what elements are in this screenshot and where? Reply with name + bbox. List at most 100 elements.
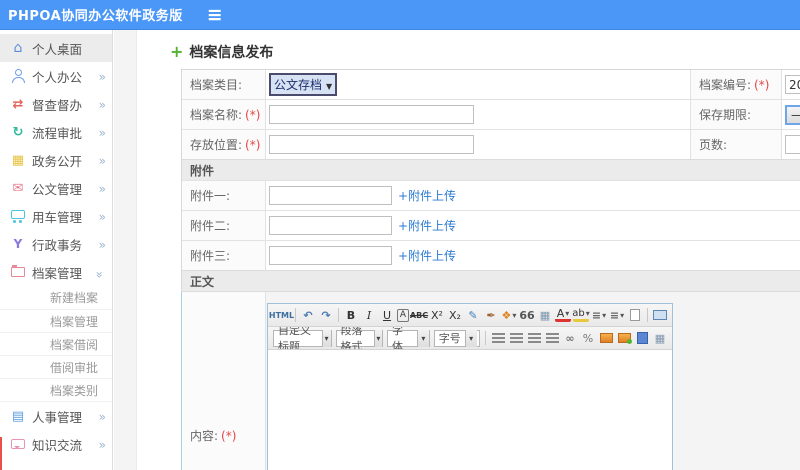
plus-icon: +: [170, 42, 184, 61]
blockquote-icon[interactable]: 66: [519, 306, 535, 324]
sidebar-item-personal-desktop[interactable]: 个人桌面: [0, 34, 112, 62]
toolbar-separator: [485, 331, 486, 345]
bold-icon[interactable]: B: [343, 306, 359, 324]
align-right-icon[interactable]: [526, 329, 542, 347]
page-header: + 档案信息发布: [170, 42, 273, 62]
upload-image-icon[interactable]: [616, 329, 632, 347]
highlight-color-icon[interactable]: ab: [572, 308, 589, 322]
redo-icon[interactable]: ↷: [318, 306, 334, 324]
font-box-icon[interactable]: A: [397, 308, 409, 322]
page-count-input[interactable]: [785, 135, 800, 154]
attachment1-input[interactable]: [269, 186, 392, 205]
dropdown-arrow-icon: [321, 329, 331, 347]
submenu-item-archive-borrow[interactable]: 档案借阅: [0, 332, 112, 355]
archive-form: 档案类目: 公文存档 档案编号:(*) 档案名称:(*): [181, 69, 800, 470]
align-justify-icon[interactable]: [544, 329, 560, 347]
unlink-icon[interactable]: %: [580, 329, 596, 347]
toolbar-separator: [647, 308, 648, 322]
subscript-icon[interactable]: X₂: [447, 306, 463, 324]
attachment1-upload-link[interactable]: +附件上传: [398, 187, 456, 204]
sidebar-item-knowledge-exchange[interactable]: 知识交流: [0, 430, 112, 458]
sidebar-item-admin-affairs[interactable]: 行政事务: [0, 230, 112, 258]
crossed-arrows-icon: [10, 97, 26, 112]
html-source-button[interactable]: HTML: [269, 306, 294, 324]
attachment3-field: +附件上传: [266, 241, 800, 270]
submenu-item-borrow-approval[interactable]: 借阅审批: [0, 355, 112, 378]
toolbar-separator: [338, 308, 339, 322]
align-left-icon[interactable]: [490, 329, 506, 347]
superscript-icon[interactable]: X²: [429, 306, 445, 324]
font-size-select[interactable]: 字号: [433, 329, 480, 347]
sidebar-item-gov-disclosure[interactable]: 政务公开: [0, 146, 112, 174]
sidebar-item-archive-mgmt[interactable]: 档案管理: [0, 258, 112, 286]
retention-label: 保存期限:: [690, 100, 782, 129]
archive-name-input[interactable]: [269, 105, 474, 124]
form-row-category: 档案类目: 公文存档 档案编号:(*): [182, 70, 800, 99]
location-label: 存放位置: (*): [182, 130, 266, 159]
format-brush-icon[interactable]: ✒: [483, 306, 499, 324]
menu-toggle-icon[interactable]: [203, 0, 227, 30]
sidebar-item-workflow-approval[interactable]: 流程审批: [0, 118, 112, 146]
editor-toolbar-row1: HTML ↶ ↷ B I U A ABC X² X₂ ✎ ✒ ❖ ▾ 66 ▦ …: [268, 304, 672, 327]
attachment3-upload-link[interactable]: +附件上传: [398, 247, 456, 264]
person-icon: [10, 69, 26, 84]
pages-field: [782, 130, 800, 159]
align-center-icon[interactable]: [508, 329, 524, 347]
link-icon[interactable]: ∞: [562, 329, 578, 347]
main-content: + 档案信息发布 档案类目: 公文存档 档案编号:(*): [138, 30, 800, 470]
attachment-row-3: 附件三: +附件上传: [182, 240, 800, 270]
archive-submenu: 新建档案 档案管理 档案借阅 借阅审批 档案类别: [0, 286, 112, 402]
chevron-right-icon: [94, 125, 106, 140]
sidebar-gutter: [114, 30, 137, 470]
sidebar-item-document-mgmt[interactable]: 公文管理: [0, 174, 112, 202]
submenu-item-archive-mgmt[interactable]: 档案管理: [0, 309, 112, 332]
title-style-select[interactable]: 自定义标题: [273, 327, 332, 349]
app-title: PHPOA协同办公软件政务版: [8, 9, 183, 24]
eraser-pen-icon[interactable]: ✎: [465, 306, 481, 324]
attachment2-upload-link[interactable]: +附件上传: [398, 217, 456, 234]
fullscreen-icon[interactable]: [652, 306, 668, 324]
chevron-right-icon: [94, 409, 106, 424]
insert-image-icon[interactable]: [598, 329, 614, 347]
editor-toolbar-row2: 自定义标题 段落格式 字体 字号: [268, 327, 672, 350]
folder-icon: [10, 264, 26, 280]
attachment3-input[interactable]: [269, 246, 392, 265]
page-title: 档案信息发布: [189, 45, 274, 61]
chevron-right-icon: [94, 69, 106, 84]
underline-icon[interactable]: U: [379, 306, 395, 324]
font-color-icon[interactable]: A: [555, 308, 571, 322]
dropdown-arrow-icon: [373, 329, 383, 347]
undo-icon[interactable]: ↶: [300, 306, 316, 324]
retention-field: —: [782, 100, 800, 129]
strikethrough-icon[interactable]: ABC: [410, 306, 428, 324]
pages-label: 页数:: [690, 130, 782, 159]
dropdown-arrow-icon: [417, 329, 429, 347]
paragraph-format-select[interactable]: 段落格式: [335, 327, 384, 349]
attachment1-field: +附件上传: [266, 181, 800, 210]
category-select[interactable]: 公文存档: [269, 73, 338, 96]
font-family-select[interactable]: 字体: [387, 327, 430, 349]
submenu-item-archive-category[interactable]: 档案类别: [0, 378, 112, 401]
storage-location-input[interactable]: [269, 135, 474, 154]
ordered-list-icon[interactable]: ≡: [591, 306, 607, 324]
color-splash-icon[interactable]: ❖: [501, 306, 517, 324]
unordered-list-icon[interactable]: ≡: [609, 306, 625, 324]
emoticon-grid-icon[interactable]: ▦: [537, 306, 553, 324]
submenu-item-new-archive[interactable]: 新建档案: [0, 286, 112, 309]
sidebar-item-hr-mgmt[interactable]: 人事管理: [0, 402, 112, 430]
number-field: [782, 70, 800, 99]
attachment2-input[interactable]: [269, 216, 392, 235]
cycle-arrows-icon: [10, 125, 26, 140]
archive-number-input[interactable]: [785, 75, 800, 94]
sidebar-item-vehicle-mgmt[interactable]: 用车管理: [0, 202, 112, 230]
italic-icon[interactable]: I: [361, 306, 377, 324]
insert-media-icon[interactable]: [634, 329, 650, 347]
editor-content-area[interactable]: [268, 350, 672, 470]
retention-select[interactable]: —: [785, 104, 800, 125]
insert-table-icon[interactable]: ▦: [652, 329, 668, 347]
sidebar-item-supervision[interactable]: 督查督办: [0, 90, 112, 118]
left-edge-marker: [0, 437, 2, 470]
chevron-down-icon: [93, 266, 108, 278]
sidebar-item-personal-office[interactable]: 个人办公: [0, 62, 112, 90]
new-page-icon[interactable]: [627, 306, 643, 324]
